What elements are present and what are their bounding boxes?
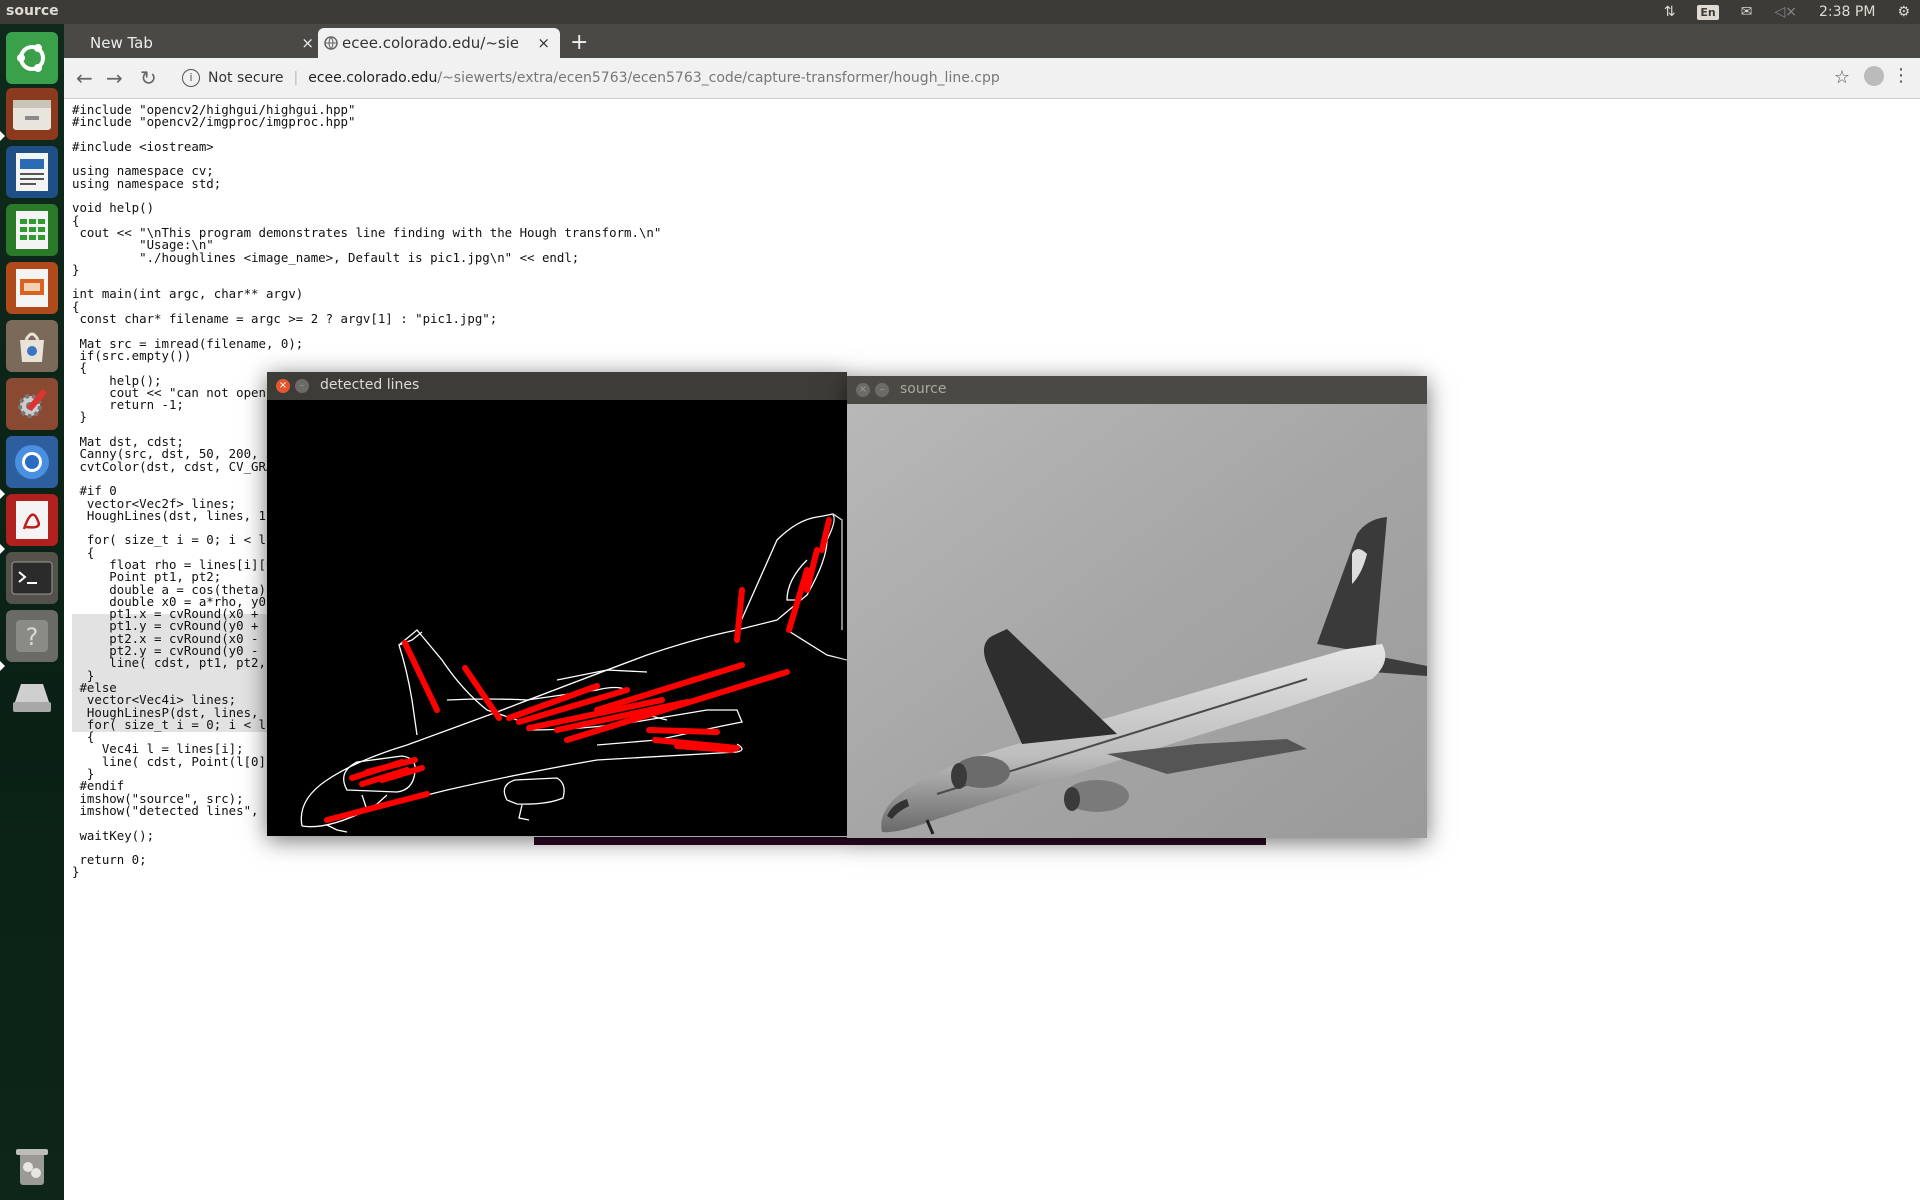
code-line: #include "opencv2/imgproc/imgproc.hpp" <box>72 114 356 130</box>
source-window[interactable]: × – source <box>847 376 1427 838</box>
terminal-icon[interactable] <box>6 552 58 604</box>
tab-hough-line[interactable]: ecee.colorado.edu/~siewe × <box>318 28 560 58</box>
window-title: source <box>900 381 947 397</box>
close-icon[interactable]: × <box>856 383 870 397</box>
code-line: const char* filename = argc >= 2 ? argv[… <box>79 311 498 327</box>
software-center-icon[interactable] <box>6 320 58 372</box>
detected-lines-image <box>267 400 847 836</box>
gear-icon[interactable]: ⚙ <box>1897 4 1910 20</box>
background-terminal-edge <box>534 837 1266 845</box>
profile-icon[interactable] <box>1864 66 1884 86</box>
system-tray: ⇅ En ✉ ◁× 2:38 PM ⚙ <box>1664 0 1910 24</box>
system-settings-icon[interactable] <box>6 378 58 430</box>
drive-icon[interactable] <box>6 672 58 724</box>
pdf-viewer-icon[interactable] <box>6 494 58 546</box>
chromium-icon[interactable] <box>6 436 58 488</box>
security-label: Not secure <box>208 70 284 86</box>
globe-icon <box>324 36 338 50</box>
close-icon[interactable]: × <box>301 34 314 52</box>
tab-new-tab[interactable]: New Tab × <box>76 28 324 58</box>
code-line: int main(int argc, char** argv) <box>72 286 304 302</box>
code-line: } <box>79 409 87 425</box>
code-line: } <box>72 864 80 880</box>
minimize-icon[interactable]: – <box>875 383 889 397</box>
url-path: /~siewerts/extra/ecen5763/ecen5763_code/… <box>437 70 1000 86</box>
minimize-icon[interactable]: – <box>295 379 309 393</box>
source-image <box>847 404 1427 838</box>
forward-icon[interactable]: → <box>106 66 123 90</box>
reload-icon[interactable]: ↻ <box>140 66 157 90</box>
new-tab-button[interactable]: + <box>570 30 588 55</box>
writer-icon[interactable] <box>6 146 58 198</box>
svg-text:?: ? <box>26 623 39 651</box>
close-icon[interactable]: × <box>276 379 290 393</box>
ubuntu-logo-icon[interactable] <box>6 32 58 84</box>
tab-label: ecee.colorado.edu/~siewe <box>342 34 518 52</box>
url-host: ecee.colorado.edu <box>308 70 438 86</box>
code-line: return 0; <box>79 852 147 868</box>
bookmark-star-icon[interactable]: ☆ <box>1834 67 1850 88</box>
window-titlebar[interactable]: × – source <box>847 376 1427 404</box>
volume-muted-icon[interactable]: ◁× <box>1775 4 1798 20</box>
files-icon[interactable] <box>6 88 58 140</box>
code-line: return -1; <box>109 397 184 413</box>
top-panel: source ⇅ En ✉ ◁× 2:38 PM ⚙ <box>0 0 1920 24</box>
code-line: void help() <box>72 200 155 216</box>
mail-icon[interactable]: ✉ <box>1741 4 1753 20</box>
trash-icon[interactable] <box>6 1140 58 1192</box>
window-titlebar[interactable]: × – detected lines <box>267 372 847 400</box>
address-bar[interactable]: i Not secure | ecee.colorado.edu/~siewer… <box>174 63 1824 93</box>
code-line: #include <iostream> <box>72 138 214 154</box>
code-line: if(src.empty()) <box>79 347 192 363</box>
close-icon[interactable]: × <box>537 34 550 52</box>
keyboard-layout-indicator[interactable]: En <box>1697 4 1719 20</box>
launcher: ? <box>0 24 64 1200</box>
impress-icon[interactable] <box>6 262 58 314</box>
code-line: using namespace std; <box>72 175 222 191</box>
browser-toolbar: ← → ↻ i Not secure | ecee.colorado.edu/~… <box>64 58 1920 99</box>
active-app-title: source <box>6 3 59 19</box>
tab-strip: New Tab × ecee.colorado.edu/~siewe × + <box>64 24 1920 58</box>
code-line: } <box>72 261 80 277</box>
menu-icon[interactable]: ⋮ <box>1892 65 1910 86</box>
tab-label: New Tab <box>90 34 153 52</box>
window-title: detected lines <box>320 377 420 393</box>
code-line: "./houghlines <image_name>, Default is p… <box>139 249 580 265</box>
help-icon[interactable]: ? <box>6 610 58 662</box>
detected-lines-window[interactable]: × – detected lines <box>267 372 847 836</box>
code-line: waitKey(); <box>79 827 155 843</box>
calc-icon[interactable] <box>6 204 58 256</box>
back-icon[interactable]: ← <box>76 66 93 90</box>
clock[interactable]: 2:38 PM <box>1819 4 1875 20</box>
info-icon[interactable]: i <box>182 69 200 87</box>
network-arrows-icon[interactable]: ⇅ <box>1664 4 1676 20</box>
